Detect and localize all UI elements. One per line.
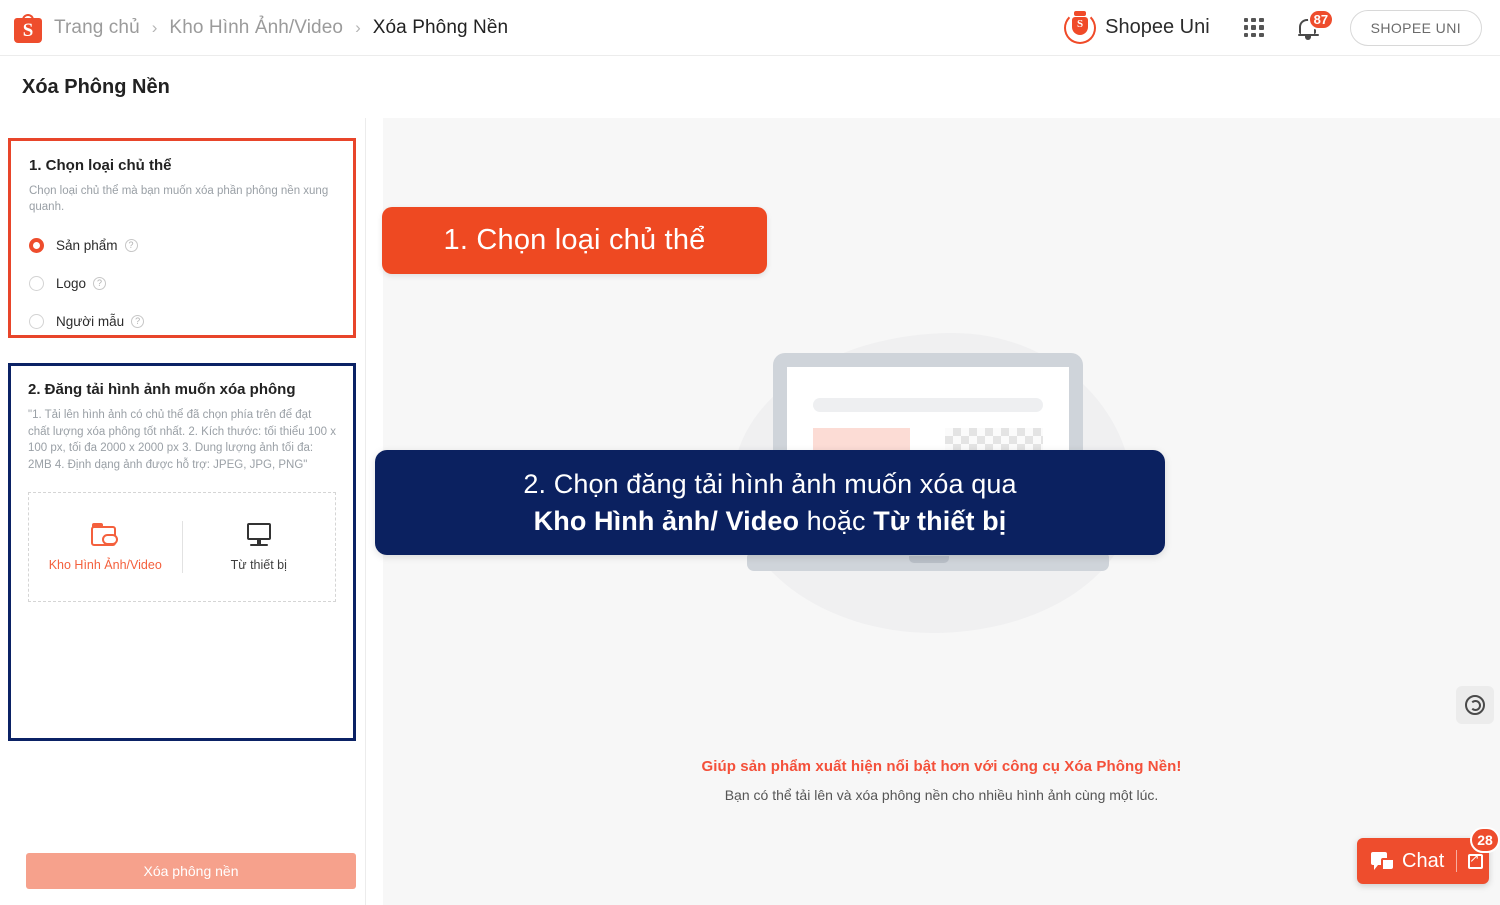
section1-description: Chọn loại chủ thể mà bạn muốn xóa phần p… [29, 185, 329, 213]
radio-indicator[interactable] [29, 313, 44, 329]
radio-label-model: Người mẫu [56, 313, 125, 329]
page-title: Xóa Phông Nền [22, 75, 170, 98]
shopee-uni-shield-icon: S [1063, 10, 1097, 45]
radio-indicator-selected[interactable] [29, 237, 44, 253]
support-circle-widget[interactable] [1456, 686, 1494, 724]
chat-bubble-icon [1371, 852, 1393, 870]
radio-indicator[interactable] [29, 275, 44, 291]
remove-background-button[interactable]: Xóa phông nền [26, 853, 356, 889]
upload-from-device-button[interactable]: Từ thiết bị [183, 522, 336, 572]
app-root: S Trang chủ › Kho Hình Ảnh/Video › Xóa P… [0, 0, 1500, 905]
callout-step2-device: Từ thiết bị [873, 505, 1007, 536]
page-title-bar: Xóa Phông Nền [0, 56, 1500, 118]
expand-icon[interactable] [1468, 851, 1484, 869]
radio-label-product: Sản phẩm [56, 237, 118, 253]
monitor-icon [246, 522, 272, 547]
radio-label-logo: Logo [56, 275, 87, 291]
subject-type-radio-group: Sản phẩm ? Logo ? Người mẫu ? [29, 233, 335, 333]
notification-badge: 87 [1307, 8, 1335, 30]
callout-step2-line2: Kho Hình ảnh/ Video hoặc Từ thiết bị [534, 506, 1007, 537]
section2-description: "1. Tải lên hình ảnh có chủ thể đã chọn … [28, 409, 336, 471]
header-actions: S Shopee Uni 87 SHOPEE UNI [1063, 8, 1482, 46]
logo-letter: S [22, 19, 34, 41]
callout-step-2: 2. Chọn đăng tải hình ảnh muốn xóa qua K… [375, 450, 1165, 555]
breadcrumb-item-current: Xóa Phông Nền [372, 16, 509, 38]
upload-from-library-label: Kho Hình Ảnh/Video [48, 557, 162, 572]
shield-body: S [1072, 16, 1089, 35]
help-icon[interactable]: ? [131, 314, 145, 328]
notification-bell-icon[interactable]: 87 [1297, 8, 1335, 42]
top-header: S Trang chủ › Kho Hình Ảnh/Video › Xóa P… [0, 0, 1500, 56]
callout-step2-line1: 2. Chọn đăng tải hình ảnh muốn xóa qua [523, 468, 1017, 499]
callout-step-1: 1. Chọn loại chủ thể [382, 207, 767, 274]
upload-dropzone[interactable]: Kho Hình Ảnh/Video Từ thiết bị [28, 492, 336, 602]
callout-step2-library: Kho Hình ảnh/ Video [533, 505, 800, 536]
chat-unread-badge: 28 [1470, 827, 1500, 853]
circle-spinner-icon [1465, 695, 1485, 715]
radio-option-logo[interactable]: Logo ? [29, 271, 335, 295]
empty-state-text: Giúp sản phẩm xuất hiện nổi bật hơn với … [383, 758, 1500, 803]
radio-option-model[interactable]: Người mẫu ? [29, 309, 335, 333]
screen-toolbar-bar [813, 398, 1043, 412]
tagline-secondary: Bạn có thể tải lên và xóa phông nền cho … [724, 787, 1159, 803]
shopee-uni-badge[interactable]: S Shopee Uni [1063, 10, 1210, 45]
section2-heading: 2. Đăng tải hình ảnh muốn xóa phông [28, 381, 296, 398]
tagline-primary: Giúp sản phẩm xuất hiện nổi bật hơn với … [701, 758, 1182, 775]
help-icon[interactable]: ? [124, 238, 138, 252]
chat-divider [1456, 850, 1458, 872]
shopee-bag-logo-icon[interactable]: S [14, 13, 42, 43]
shopee-uni-label: Shopee Uni [1105, 16, 1210, 38]
account-button[interactable]: SHOPEE UNI [1349, 9, 1482, 46]
left-panel: 1. Chọn loại chủ thể Chọn loại chủ thể m… [0, 118, 366, 905]
breadcrumb-item-home[interactable]: Trang chủ [54, 17, 140, 39]
radio-option-product[interactable]: Sản phẩm ? [29, 233, 335, 257]
section-subject-type: 1. Chọn loại chủ thể Chọn loại chủ thể m… [8, 138, 356, 338]
shield-crown [1074, 10, 1087, 16]
folder-cloud-icon [91, 522, 119, 547]
section1-heading: 1. Chọn loại chủ thể [29, 157, 172, 174]
breadcrumb: Trang chủ › Kho Hình Ảnh/Video › Xóa Phô… [54, 17, 508, 39]
callout-step2-or: hoặc [799, 505, 874, 536]
apps-grid-icon[interactable] [1243, 17, 1264, 38]
laptop-trackpad-notch [909, 556, 949, 563]
upload-from-device-label: Từ thiết bị [230, 557, 287, 572]
section-upload-images: 2. Đăng tải hình ảnh muốn xóa phông "1. … [8, 363, 356, 741]
upload-from-library-button[interactable]: Kho Hình Ảnh/Video [29, 522, 182, 572]
help-icon[interactable]: ? [93, 276, 107, 290]
chevron-right-icon: › [151, 18, 158, 37]
breadcrumb-item-library[interactable]: Kho Hình Ảnh/Video [169, 17, 343, 39]
chat-widget[interactable]: Chat 28 [1357, 827, 1500, 884]
bell-clapper [1304, 35, 1311, 40]
chat-label: Chat [1402, 849, 1445, 872]
chevron-right-icon: › [355, 18, 361, 37]
